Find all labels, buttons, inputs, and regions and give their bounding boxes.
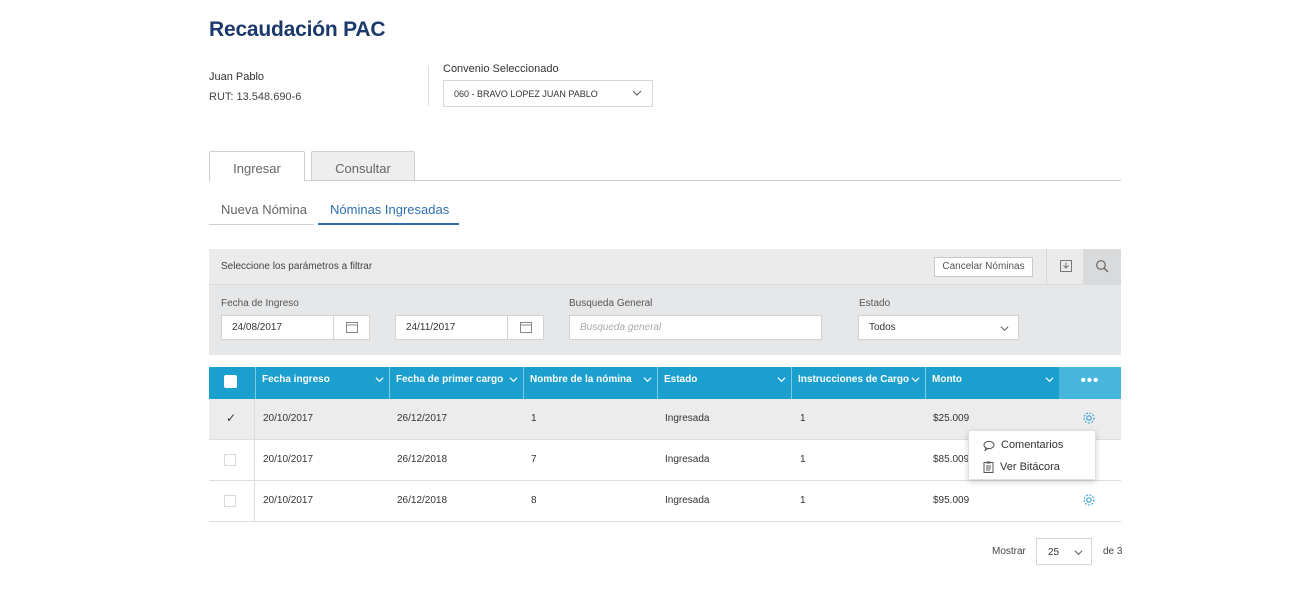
- page-size-select[interactable]: 25: [1036, 538, 1092, 565]
- estado-label: Estado: [859, 298, 891, 309]
- main-tabs: Ingresar Consultar: [209, 151, 1121, 182]
- column-header-label: Instrucciones de Cargo: [798, 374, 910, 385]
- column-header-label: Monto: [932, 374, 962, 385]
- cell-instrucciones: 1: [800, 495, 806, 506]
- busqueda-general-label: Busqueda General: [569, 298, 653, 309]
- column-header-label: Nombre de la nómina: [530, 374, 632, 385]
- column-header-estado[interactable]: Estado: [658, 367, 792, 399]
- estado-select[interactable]: Todos: [858, 315, 1019, 340]
- fecha-desde-input[interactable]: 24/08/2017: [221, 315, 370, 340]
- row-checkbox[interactable]: [224, 454, 236, 466]
- pager-total: de 3: [1103, 546, 1123, 557]
- column-header-monto[interactable]: Monto: [926, 367, 1060, 399]
- download-icon: [1060, 260, 1072, 272]
- cell-primer-cargo: 26/12/2017: [397, 413, 448, 424]
- cell-primer-cargo: 26/12/2018: [397, 454, 448, 465]
- convenio-label: Convenio Seleccionado: [443, 63, 559, 75]
- row-check-cell: [209, 481, 255, 521]
- search-icon: [1096, 260, 1109, 273]
- column-header-label: Fecha de primer cargo: [396, 374, 504, 385]
- calendar-icon: [346, 322, 358, 333]
- fecha-desde-value: 24/08/2017: [232, 322, 283, 333]
- header-select-all: [209, 367, 256, 399]
- filter-panel: Seleccione los parámetros a filtrar Canc…: [209, 249, 1121, 355]
- column-header-label: Fecha ingreso: [262, 374, 330, 385]
- column-header-primer-cargo[interactable]: Fecha de primer cargo: [390, 367, 524, 399]
- estado-select-value: Todos: [869, 322, 896, 333]
- subtab-nueva-nomina[interactable]: Nueva Nómina: [209, 200, 314, 225]
- chevron-down-icon: [632, 90, 642, 96]
- cell-fecha-ingreso: 20/10/2017: [263, 495, 314, 506]
- cancel-nominas-button[interactable]: Cancelar Nóminas: [934, 257, 1033, 277]
- user-rut: RUT: 13.548.690-6: [209, 91, 302, 103]
- select-all-checkbox[interactable]: [224, 375, 237, 388]
- menu-item-label: Ver Bitácora: [1000, 461, 1060, 473]
- chevron-down-icon: [777, 377, 786, 383]
- busqueda-general-input[interactable]: Busqueda general: [569, 315, 822, 340]
- cell-monto: $85.009: [933, 454, 970, 465]
- cell-fecha-ingreso: 20/10/2017: [263, 413, 314, 424]
- chevron-down-icon: [375, 377, 384, 383]
- cell-nombre: 8: [531, 495, 537, 506]
- row-check-cell: [209, 440, 255, 480]
- cell-instrucciones: 1: [800, 413, 806, 424]
- filter-hint: Seleccione los parámetros a filtrar: [221, 261, 373, 272]
- convenio-select-value: 060 - BRAVO LOPEZ JUAN PABLO: [454, 89, 598, 99]
- table-row[interactable]: 20/10/2017 26/12/2018 8 Ingresada 1 $95.…: [209, 481, 1121, 522]
- table-header: Fecha ingreso Fecha de primer cargo Nomb…: [209, 367, 1121, 399]
- cell-instrucciones: 1: [800, 454, 806, 465]
- cell-nombre: 1: [531, 413, 537, 424]
- menu-item-label: Comentarios: [1001, 439, 1064, 451]
- download-button[interactable]: [1046, 249, 1084, 285]
- cell-nombre: 7: [531, 454, 537, 465]
- column-header-label: Estado: [664, 374, 698, 385]
- cell-estado: Ingresada: [665, 495, 710, 506]
- filter-toolbar: Seleccione los parámetros a filtrar Canc…: [209, 249, 1121, 285]
- column-header-fecha-ingreso[interactable]: Fecha ingreso: [256, 367, 390, 399]
- chevron-down-icon: [509, 377, 518, 383]
- fecha-hasta-calendar-button[interactable]: [507, 316, 543, 339]
- cell-estado: Ingresada: [665, 454, 710, 465]
- page-size-value: 25: [1048, 547, 1060, 558]
- page-title: Recaudación PAC: [209, 18, 386, 41]
- row-check-cell: ✓: [209, 399, 255, 439]
- row-checkbox[interactable]: [224, 495, 236, 507]
- cell-estado: Ingresada: [665, 413, 710, 424]
- fecha-hasta-value: 24/11/2017: [406, 322, 456, 333]
- cell-monto: $95.009: [933, 495, 970, 506]
- tab-consultar[interactable]: Consultar: [311, 151, 415, 181]
- chevron-down-icon: [911, 377, 920, 383]
- cell-fecha-ingreso: 20/10/2017: [263, 454, 314, 465]
- menu-item-ver-bitacora[interactable]: Ver Bitácora: [983, 461, 1060, 474]
- comment-icon: [983, 440, 995, 452]
- fecha-ingreso-label: Fecha de Ingreso: [221, 298, 299, 309]
- convenio-select[interactable]: 060 - BRAVO LOPEZ JUAN PABLO: [443, 80, 653, 107]
- more-columns-button[interactable]: •••: [1059, 367, 1121, 399]
- pager-label: Mostrar: [992, 546, 1026, 557]
- calendar-icon: [520, 322, 532, 333]
- chevron-down-icon: [1000, 326, 1009, 332]
- clipboard-icon: [983, 461, 994, 474]
- search-button[interactable]: [1083, 249, 1121, 285]
- column-header-nombre-nomina[interactable]: Nombre de la nómina: [524, 367, 658, 399]
- cell-primer-cargo: 26/12/2018: [397, 495, 448, 506]
- gear-icon[interactable]: [1082, 411, 1096, 425]
- chevron-down-icon: [1045, 377, 1054, 383]
- gear-icon[interactable]: [1082, 493, 1096, 507]
- column-header-instrucciones[interactable]: Instrucciones de Cargo: [792, 367, 926, 399]
- chevron-down-icon: [643, 377, 652, 383]
- fecha-hasta-input[interactable]: 24/11/2017: [395, 315, 544, 340]
- busqueda-general-placeholder: Busqueda general: [580, 322, 662, 333]
- menu-item-comentarios[interactable]: Comentarios: [983, 439, 1064, 452]
- tab-ingresar[interactable]: Ingresar: [209, 151, 305, 182]
- row-actions-menu: Comentarios Ver Bitácora: [968, 430, 1096, 480]
- chevron-down-icon: [1074, 550, 1083, 556]
- cell-monto: $25.009: [933, 413, 970, 424]
- vertical-divider: [428, 66, 429, 106]
- user-name: Juan Pablo: [209, 71, 265, 83]
- row-checkbox-checked[interactable]: ✓: [226, 411, 238, 425]
- subtab-nominas-ingresadas[interactable]: Nóminas Ingresadas: [318, 200, 459, 225]
- fecha-desde-calendar-button[interactable]: [333, 316, 369, 339]
